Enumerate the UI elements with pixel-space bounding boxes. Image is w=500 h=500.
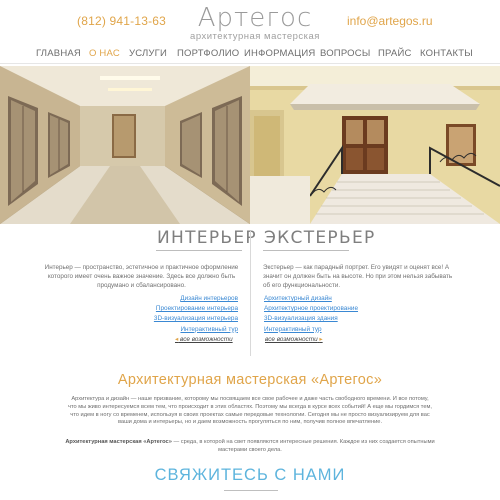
exterior-links: Архитектурный дизайн Архитектурное проек… xyxy=(264,294,394,335)
interior-description: Интерьер — пространство, эстетичное и пр… xyxy=(44,264,239,289)
interior-link-tour[interactable]: Интерактивный тур xyxy=(120,325,238,335)
logo-title: Артегос xyxy=(197,3,313,33)
email-link[interactable]: info@artegos.ru xyxy=(347,14,433,28)
exterior-image[interactable] xyxy=(250,66,500,224)
logo-subtitle: архитектурная мастерская xyxy=(190,31,320,42)
exterior-link-design[interactable]: Архитектурный дизайн xyxy=(264,294,394,304)
nav-item-home[interactable]: ГЛАВНАЯ xyxy=(36,48,81,59)
interior-link-design[interactable]: Дизайн интерьеров xyxy=(120,294,238,304)
logo[interactable]: Артегос архитектурная мастерская xyxy=(185,4,325,42)
main-nav: ГЛАВНАЯ О НАС УСЛУГИ ПОРТФОЛИО ИНФОРМАЦИ… xyxy=(0,44,500,64)
site-header: (812) 941-13-63 Артегос архитектурная ма… xyxy=(0,0,500,44)
nav-item-information[interactable]: ИНФОРМАЦИЯ xyxy=(244,48,316,59)
exterior-illustration xyxy=(250,66,500,224)
contact-underline xyxy=(224,490,278,491)
arrow-right-icon: ▸ xyxy=(319,336,323,343)
exterior-description: Экстерьер — как парадный портрет. Его ув… xyxy=(263,264,453,289)
exterior-link-tour[interactable]: Интерактивный тур xyxy=(264,325,394,335)
interior-more-label: все возможности xyxy=(180,336,233,343)
about-text-secondary: Архитектурная мастерская «Артегос» — сре… xyxy=(60,439,440,455)
exterior-heading: ЭКСТЕРЬЕР xyxy=(264,228,376,248)
interior-illustration xyxy=(0,66,250,224)
interior-heading-underline xyxy=(156,250,242,251)
interior-links: Дизайн интерьеров Проектирование интерье… xyxy=(120,294,238,335)
column-divider xyxy=(250,231,251,356)
contact-heading[interactable]: СВЯЖИТЕСЬ С НАМИ xyxy=(0,466,500,485)
about-title: Архитектурная мастерская «Артегос» xyxy=(117,372,383,388)
nav-item-questions[interactable]: ВОПРОСЫ xyxy=(320,48,370,59)
nav-item-about[interactable]: О НАС xyxy=(89,48,120,59)
exterior-link-3d[interactable]: 3D-визуализация здания xyxy=(264,314,394,324)
interior-heading: ИНТЕРЬЕР xyxy=(157,228,257,248)
about-text: Архитектура и дизайн — наше призвание, к… xyxy=(68,396,432,426)
phone-number[interactable]: (812) 941-13-63 xyxy=(77,14,166,28)
nav-item-contacts[interactable]: КОНТАКТЫ xyxy=(420,48,473,59)
about-text-bold: Архитектурная мастерская «Артегос» xyxy=(65,439,172,445)
arrow-left-icon: ◂ xyxy=(175,336,179,343)
exterior-more-link[interactable]: все возможности ▸ xyxy=(265,335,323,343)
interior-link-planning[interactable]: Проектирование интерьера xyxy=(120,304,238,314)
interior-link-3d[interactable]: 3D-визуализация интерьера xyxy=(120,314,238,324)
nav-item-services[interactable]: УСЛУГИ xyxy=(129,48,167,59)
exterior-link-planning[interactable]: Архитектурное проектирование xyxy=(264,304,394,314)
about-text-rest: — среда, в которой на свет появляются ин… xyxy=(171,439,435,453)
interior-image[interactable] xyxy=(0,66,250,224)
exterior-heading-underline xyxy=(263,250,349,251)
interior-more-link[interactable]: ◂ все возможности xyxy=(175,335,233,343)
exterior-more-label: все возможности xyxy=(265,336,318,343)
nav-item-price[interactable]: ПРАЙС xyxy=(378,48,412,59)
nav-item-portfolio[interactable]: ПОРТФОЛИО xyxy=(177,48,239,59)
